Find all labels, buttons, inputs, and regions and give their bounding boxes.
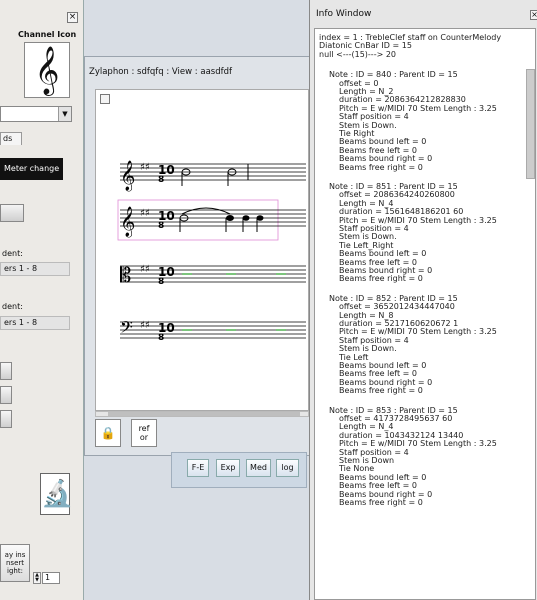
spin-value-field[interactable]: 1 bbox=[42, 572, 60, 584]
treble-clef-icon: 𝄞 bbox=[120, 206, 135, 238]
info-detail-line: Beams free right = 0 bbox=[339, 274, 423, 284]
microscope-icon[interactable]: 🔬 bbox=[40, 473, 73, 515]
channel-panel: × Channel Icon 𝄞 ▼ ds Meter change dent:… bbox=[0, 0, 84, 600]
lock-icon[interactable]: 🔒 bbox=[95, 419, 121, 447]
panel-close-button[interactable]: × bbox=[67, 12, 78, 23]
channel-dropdown[interactable]: ▼ bbox=[0, 106, 72, 122]
meter-change-button[interactable]: Meter change bbox=[0, 158, 63, 180]
svg-text:♯♯: ♯♯ bbox=[140, 320, 150, 331]
field-label-2: dent: bbox=[2, 302, 23, 311]
horizontal-scrollbar[interactable] bbox=[95, 411, 309, 417]
med-button[interactable]: Med bbox=[246, 459, 271, 477]
exp-button[interactable]: Exp bbox=[216, 459, 240, 477]
svg-text:8: 8 bbox=[158, 333, 164, 343]
number-spinner[interactable]: ▲ ▼ bbox=[33, 572, 41, 584]
svg-text:8: 8 bbox=[158, 175, 164, 185]
info-detail-line: Beams free right = 0 bbox=[339, 162, 423, 172]
info-text-area[interactable]: index = 1 : TrebleClef staff on CounterM… bbox=[314, 28, 536, 600]
bass-clef-icon: 𝄢 bbox=[120, 317, 133, 341]
info-window: Info Window × index = 1 : TrebleClef sta… bbox=[309, 0, 537, 600]
insert-label-3: ight: bbox=[7, 567, 23, 575]
field-label-1: dent: bbox=[2, 249, 23, 258]
fe-button[interactable]: F-E bbox=[187, 459, 209, 477]
measures-field-2: ers 1 - 8 bbox=[0, 316, 70, 330]
ref-label-2: or bbox=[139, 433, 149, 442]
ref-button[interactable]: ref or bbox=[131, 419, 157, 447]
music-view-window: Zylaphon : sdfqfq : View : aasdfdf 𝄞 ♯♯ … bbox=[84, 56, 310, 456]
insert-label-2: nsert bbox=[5, 559, 24, 567]
vertical-scrollbar[interactable] bbox=[526, 69, 535, 179]
score-canvas[interactable]: 𝄞 ♯♯ 1​0 8 𝄞 ♯♯ 10 8 bbox=[95, 89, 309, 411]
info-detail-line: Beams free right = 0 bbox=[339, 498, 423, 507]
measures-field-1: ers 1 - 8 bbox=[0, 262, 70, 276]
svg-text:♯♯: ♯♯ bbox=[140, 264, 150, 275]
info-detail-line: Beams free right = 0 bbox=[339, 386, 423, 396]
tab-fields[interactable]: ds bbox=[0, 132, 22, 145]
sharp-icon: ♯♯ bbox=[140, 208, 150, 219]
info-close-button[interactable]: × bbox=[530, 10, 537, 20]
dynamics-toolbar: F-E Exp Med log bbox=[171, 452, 307, 488]
chevron-down-icon[interactable]: ▼ bbox=[58, 107, 71, 121]
sharp-icon: ♯♯ bbox=[140, 162, 150, 173]
svg-text:8: 8 bbox=[158, 221, 164, 231]
insert-button[interactable]: ay ins nsert ight: bbox=[0, 544, 30, 582]
blank-button[interactable] bbox=[0, 204, 24, 222]
side-button-1[interactable] bbox=[0, 362, 12, 380]
spin-down-icon[interactable]: ▼ bbox=[34, 578, 40, 583]
info-window-title: Info Window bbox=[316, 9, 372, 19]
log-button[interactable]: log bbox=[276, 459, 299, 477]
info-header-line: null <---(15)---> 20 bbox=[319, 49, 396, 59]
side-button-3[interactable] bbox=[0, 410, 12, 428]
alto-clef-icon: 𝄡 bbox=[120, 263, 131, 287]
music-window-title: Zylaphon : sdfqfq : View : aasdfdf bbox=[89, 67, 232, 77]
channel-icon-title: Channel Icon bbox=[18, 30, 77, 39]
score-staves: 𝄞 ♯♯ 1​0 8 𝄞 ♯♯ 10 8 bbox=[117, 160, 306, 343]
side-button-2[interactable] bbox=[0, 386, 12, 404]
ref-label-1: ref bbox=[138, 424, 150, 433]
treble-clef-icon[interactable]: 𝄞 bbox=[24, 42, 70, 98]
svg-text:8: 8 bbox=[158, 277, 164, 287]
treble-clef-icon: 𝄞 bbox=[120, 160, 135, 192]
insert-label-1: ay ins bbox=[4, 551, 26, 559]
